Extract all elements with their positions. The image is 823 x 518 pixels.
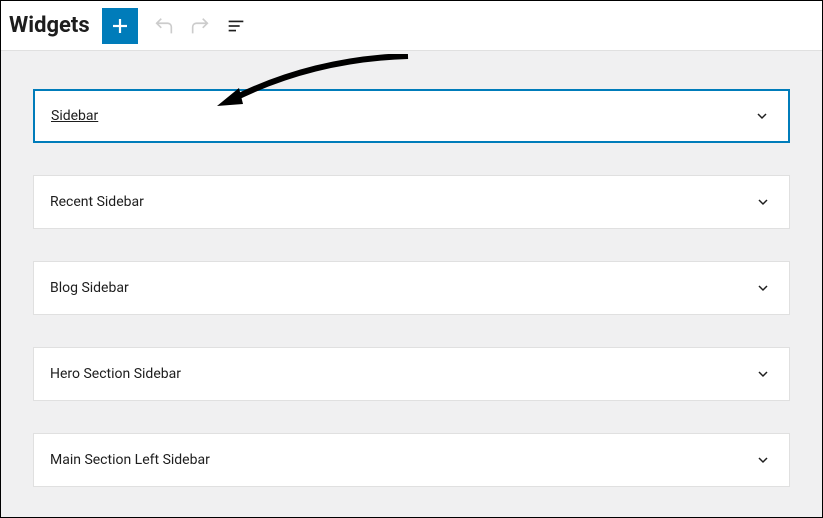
undo-icon [153, 15, 175, 37]
chevron-down-icon [753, 192, 773, 212]
redo-button[interactable] [182, 8, 218, 44]
undo-button[interactable] [146, 8, 182, 44]
chevron-down-icon [753, 364, 773, 384]
chevron-down-icon [752, 106, 772, 126]
widget-area-label: Recent Sidebar [50, 194, 144, 210]
widget-area-recent-sidebar[interactable]: Recent Sidebar [33, 175, 790, 229]
plus-icon [108, 14, 132, 38]
widget-area-blog-sidebar[interactable]: Blog Sidebar [33, 261, 790, 315]
add-block-button[interactable] [102, 8, 138, 44]
widget-area-label: Hero Section Sidebar [50, 366, 181, 382]
widget-area-label: Sidebar [51, 108, 98, 124]
widget-area-main-section-left-sidebar[interactable]: Main Section Left Sidebar [33, 433, 790, 487]
chevron-down-icon [753, 450, 773, 470]
list-view-button[interactable] [218, 8, 254, 44]
list-view-icon [225, 15, 247, 37]
widget-area-sidebar[interactable]: Sidebar [33, 89, 790, 143]
widgets-content: Sidebar Recent Sidebar Blog Sidebar Hero… [1, 51, 822, 517]
widget-area-label: Blog Sidebar [50, 280, 129, 296]
chevron-down-icon [753, 278, 773, 298]
redo-icon [189, 15, 211, 37]
toolbar: Widgets [1, 1, 822, 51]
widget-area-label: Main Section Left Sidebar [50, 452, 210, 468]
widget-area-hero-section-sidebar[interactable]: Hero Section Sidebar [33, 347, 790, 401]
page-title: Widgets [9, 13, 90, 38]
